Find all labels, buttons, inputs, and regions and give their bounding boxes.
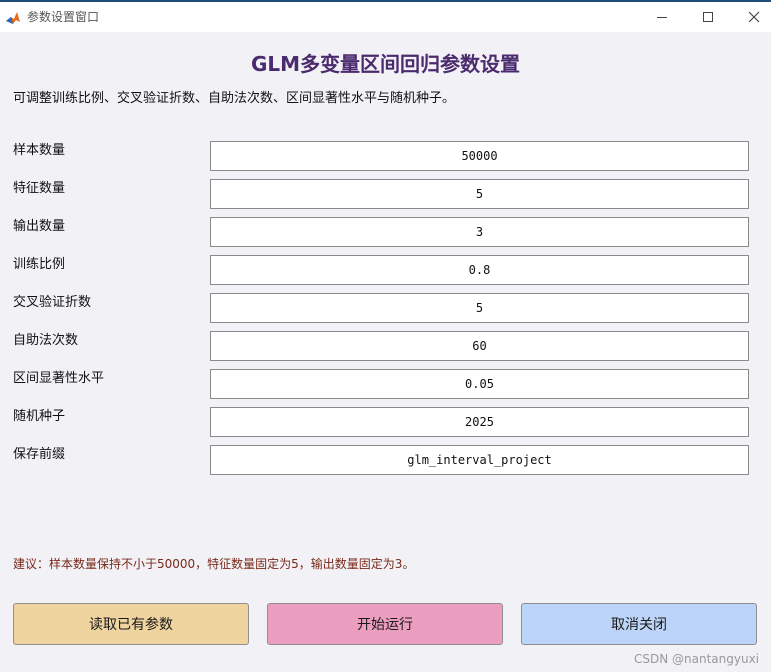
output-count-label: 输出数量: [13, 219, 66, 234]
close-icon: [748, 11, 760, 23]
feature-count-input[interactable]: [210, 179, 749, 209]
watermark: CSDN @nantangyuxi: [634, 652, 760, 666]
maximize-button[interactable]: [685, 2, 731, 32]
matlab-icon: [5, 10, 21, 26]
start-run-button[interactable]: 开始运行: [267, 603, 503, 645]
cancel-close-button[interactable]: 取消关闭: [521, 603, 757, 645]
close-button[interactable]: [731, 2, 771, 32]
random-seed-input[interactable]: [210, 407, 749, 437]
window-title: 参数设置窗口: [27, 10, 100, 24]
feature-count-label: 特征数量: [13, 181, 66, 196]
load-params-button[interactable]: 读取已有参数: [13, 603, 249, 645]
title-bar[interactable]: 参数设置窗口: [0, 0, 771, 32]
maximize-icon: [703, 12, 713, 22]
page-description: 可调整训练比例、交叉验证折数、自助法次数、区间显著性水平与随机种子。: [13, 91, 456, 106]
cv-folds-label: 交叉验证折数: [13, 295, 92, 310]
sample-count-input[interactable]: [210, 141, 749, 171]
save-prefix-input[interactable]: [210, 445, 749, 475]
significance-level-input[interactable]: [210, 369, 749, 399]
parameter-settings-window: 参数设置窗口 GLM多变量区间回归参数设置 可调整训练比例、交叉验证折数、自助法…: [0, 0, 771, 672]
minimize-icon: [657, 16, 667, 18]
random-seed-label: 随机种子: [13, 409, 66, 424]
save-prefix-label: 保存前缀: [13, 447, 66, 462]
train-ratio-label: 训练比例: [13, 257, 66, 272]
significance-level-label: 区间显著性水平: [13, 371, 105, 386]
train-ratio-input[interactable]: [210, 255, 749, 285]
cv-folds-input[interactable]: [210, 293, 749, 323]
advice-text: 建议：样本数量保持不小于50000，特征数量固定为5，输出数量固定为3。: [13, 557, 415, 571]
bootstrap-count-label: 自助法次数: [13, 333, 79, 348]
bootstrap-count-input[interactable]: [210, 331, 749, 361]
sample-count-label: 样本数量: [13, 143, 66, 158]
page-title: GLM多变量区间回归参数设置: [250, 52, 521, 76]
output-count-input[interactable]: [210, 217, 749, 247]
minimize-button[interactable]: [639, 2, 685, 32]
